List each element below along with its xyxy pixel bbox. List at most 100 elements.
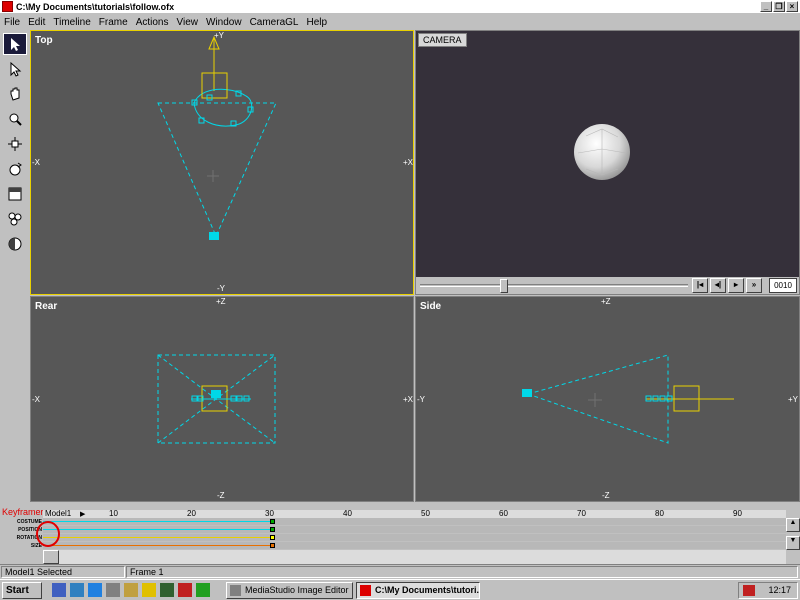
menu-bar: File Edit Timeline Frame Actions View Wi… (0, 14, 800, 30)
menu-cameragl[interactable]: CameraGL (246, 17, 303, 28)
camera-frustum (157, 102, 277, 238)
app-quicklaunch-icon[interactable] (106, 583, 120, 597)
green-quicklaunch-icon[interactable] (196, 583, 210, 597)
camera-render: CAMERA (416, 31, 799, 277)
start-button[interactable]: Start (2, 582, 42, 599)
playback-bar: |◂ ◂| ▸ » 0010 (416, 277, 799, 294)
viewport-rear[interactable]: Rear +Z -Z -X +X (30, 296, 414, 502)
hand-tool-button[interactable] (3, 83, 27, 105)
spheres-icon (8, 212, 22, 226)
select-icon (11, 38, 20, 51)
box-tool-button[interactable] (3, 183, 27, 205)
menu-actions[interactable]: Actions (132, 17, 173, 28)
move-icon (10, 61, 22, 77)
menu-help[interactable]: Help (302, 17, 331, 28)
chip-quicklaunch-icon[interactable] (160, 583, 174, 597)
select-tool-button[interactable] (3, 33, 27, 55)
status-selection: Model1 Selected (1, 566, 125, 578)
camera-scene (574, 124, 630, 180)
viewport-camera[interactable]: CAMERA |◂ ◂| ▸ » 0010 (415, 30, 800, 295)
origin-crosshair (588, 393, 602, 407)
camera-icon[interactable] (522, 389, 532, 397)
fast-forward-button[interactable]: » (746, 278, 762, 293)
task-label: C:\My Documents\tutori... (375, 585, 480, 595)
task-current-document[interactable]: C:\My Documents\tutori... (356, 582, 480, 599)
title-bar: C:\My Documents\tutorials\follow.ofx _ ❐… (0, 0, 800, 13)
maximize-button[interactable]: ❐ (773, 1, 785, 12)
menu-file[interactable]: File (0, 17, 24, 28)
ruler-tick: 40 (343, 509, 352, 518)
track-size[interactable] (43, 542, 786, 549)
scroll-thumb[interactable] (43, 550, 59, 564)
keyframer-vertical-scrollbar[interactable]: ▲ ▼ (786, 518, 800, 550)
zoom-tool-button[interactable] (3, 108, 27, 130)
viewport-side[interactable]: Side +Z -Z -Y +Y (415, 296, 800, 502)
browser-quicklaunch-icon[interactable] (88, 583, 102, 597)
track-rotation[interactable] (43, 534, 786, 541)
scroll-down-button[interactable]: ▼ (786, 536, 800, 550)
rewind-button[interactable]: |◂ (692, 278, 708, 293)
desktop-quicklaunch-icon[interactable] (52, 583, 66, 597)
scroll-up-button[interactable]: ▲ (786, 518, 800, 532)
frame-slider-track[interactable] (420, 284, 688, 287)
viewport-top[interactable]: Top +Y -Y -X +X (30, 30, 414, 295)
status-bar: Model1 Selected Frame 1 (0, 564, 800, 578)
menu-edit[interactable]: Edit (24, 17, 49, 28)
model-name: Model1 (45, 509, 72, 518)
top-view-scene (157, 35, 277, 240)
menu-frame[interactable]: Frame (95, 17, 132, 28)
shade-tool-button[interactable] (3, 233, 27, 255)
camera-icon[interactable] (209, 232, 219, 240)
dolly-icon (8, 137, 22, 151)
box-icon (8, 187, 22, 201)
dolly-tool-button[interactable] (3, 133, 27, 155)
taskbar: Start MediaStudio Image Editor C:\My Doc… (0, 579, 800, 600)
camera-icon[interactable] (211, 390, 221, 398)
ruler-tick: 50 (421, 509, 430, 518)
shade-icon (8, 237, 22, 251)
ruler-tick: 20 (187, 509, 196, 518)
keyframe-tracks: COSTUME POSITION ROTATION SIZE (0, 518, 786, 549)
menu-view[interactable]: View (172, 17, 202, 28)
mediastudio-icon (230, 585, 241, 596)
play-marker-icon: ▶ (80, 511, 86, 518)
ruler-tick: 60 (499, 509, 508, 518)
ruler-tick: 10 (109, 509, 118, 518)
acrobat-quicklaunch-icon[interactable] (178, 583, 192, 597)
spheres-tool-button[interactable] (3, 208, 27, 230)
start-label: Start (6, 585, 29, 596)
close-button[interactable]: × (786, 1, 798, 12)
tray-app-icon[interactable] (743, 585, 755, 596)
rotate-tool-button[interactable] (3, 158, 27, 180)
menu-timeline[interactable]: Timeline (49, 17, 94, 28)
explorer-quicklaunch-icon[interactable] (70, 583, 84, 597)
task-label: MediaStudio Image Editor (245, 585, 349, 595)
move-tool-button[interactable] (3, 58, 27, 80)
frame-counter: 0010 (769, 278, 797, 293)
player-quicklaunch-icon[interactable] (142, 583, 156, 597)
vertex-handle[interactable] (247, 106, 254, 113)
track-costume[interactable] (43, 518, 786, 525)
highlight-circle (36, 521, 60, 547)
task-mediastudio[interactable]: MediaStudio Image Editor (226, 582, 353, 599)
track-position[interactable] (43, 526, 786, 533)
ruler-tick: 30 (265, 509, 274, 518)
origin-crosshair (207, 170, 219, 182)
rear-view-scene (157, 354, 276, 444)
ruler-tick: 80 (655, 509, 664, 518)
step-back-button[interactable]: ◂| (710, 278, 726, 293)
play-button[interactable]: ▸ (728, 278, 744, 293)
keyframer-horizontal-scrollbar[interactable] (43, 550, 786, 564)
clock[interactable]: 12:17 (768, 583, 791, 598)
tool-palette (0, 30, 30, 502)
keyframer-title: Keyframer (2, 507, 44, 517)
app-icon (360, 585, 371, 596)
status-frame: Frame 1 (126, 566, 798, 578)
model-outline (193, 88, 253, 127)
menu-window[interactable]: Window (202, 17, 246, 28)
minimize-button[interactable]: _ (760, 1, 772, 12)
checkmark-quicklaunch-icon[interactable] (124, 583, 138, 597)
window-title: C:\My Documents\tutorials\follow.ofx (16, 1, 175, 12)
side-view-scene (522, 354, 734, 444)
frame-slider-thumb[interactable] (500, 279, 508, 293)
